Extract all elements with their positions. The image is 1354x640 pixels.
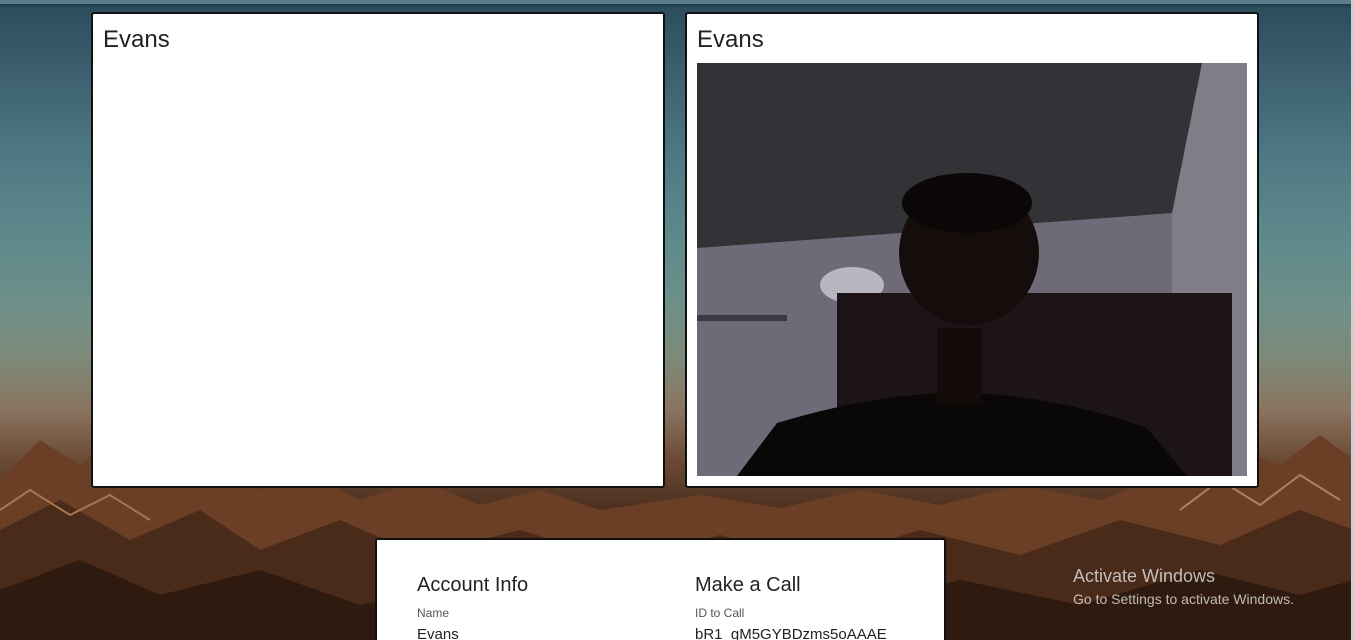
activate-windows-watermark: Activate Windows Go to Settings to activ… <box>1073 566 1294 607</box>
watermark-subtitle: Go to Settings to activate Windows. <box>1073 591 1294 607</box>
name-input[interactable] <box>417 626 647 640</box>
remote-video-card: Evans <box>685 12 1259 488</box>
local-caller-name: Evans <box>103 26 170 53</box>
id-to-call-label: ID to Call <box>695 606 745 620</box>
webcam-feed <box>697 63 1247 476</box>
remote-caller-name: Evans <box>697 26 764 53</box>
id-to-call-input[interactable] <box>695 626 925 640</box>
make-call-section: Make a Call ID to Call <box>695 574 925 640</box>
account-info-title: Account Info <box>417 574 529 596</box>
watermark-title: Activate Windows <box>1073 566 1216 586</box>
account-info-section: Account Info Name <box>417 574 647 640</box>
video-stream <box>697 63 1247 476</box>
call-control-panel: Account Info Name Make a Call ID to Call <box>375 538 946 640</box>
local-video-card: Evans <box>91 12 665 488</box>
name-label: Name <box>417 606 450 620</box>
top-edge <box>0 0 1354 4</box>
make-call-title: Make a Call <box>695 574 801 596</box>
